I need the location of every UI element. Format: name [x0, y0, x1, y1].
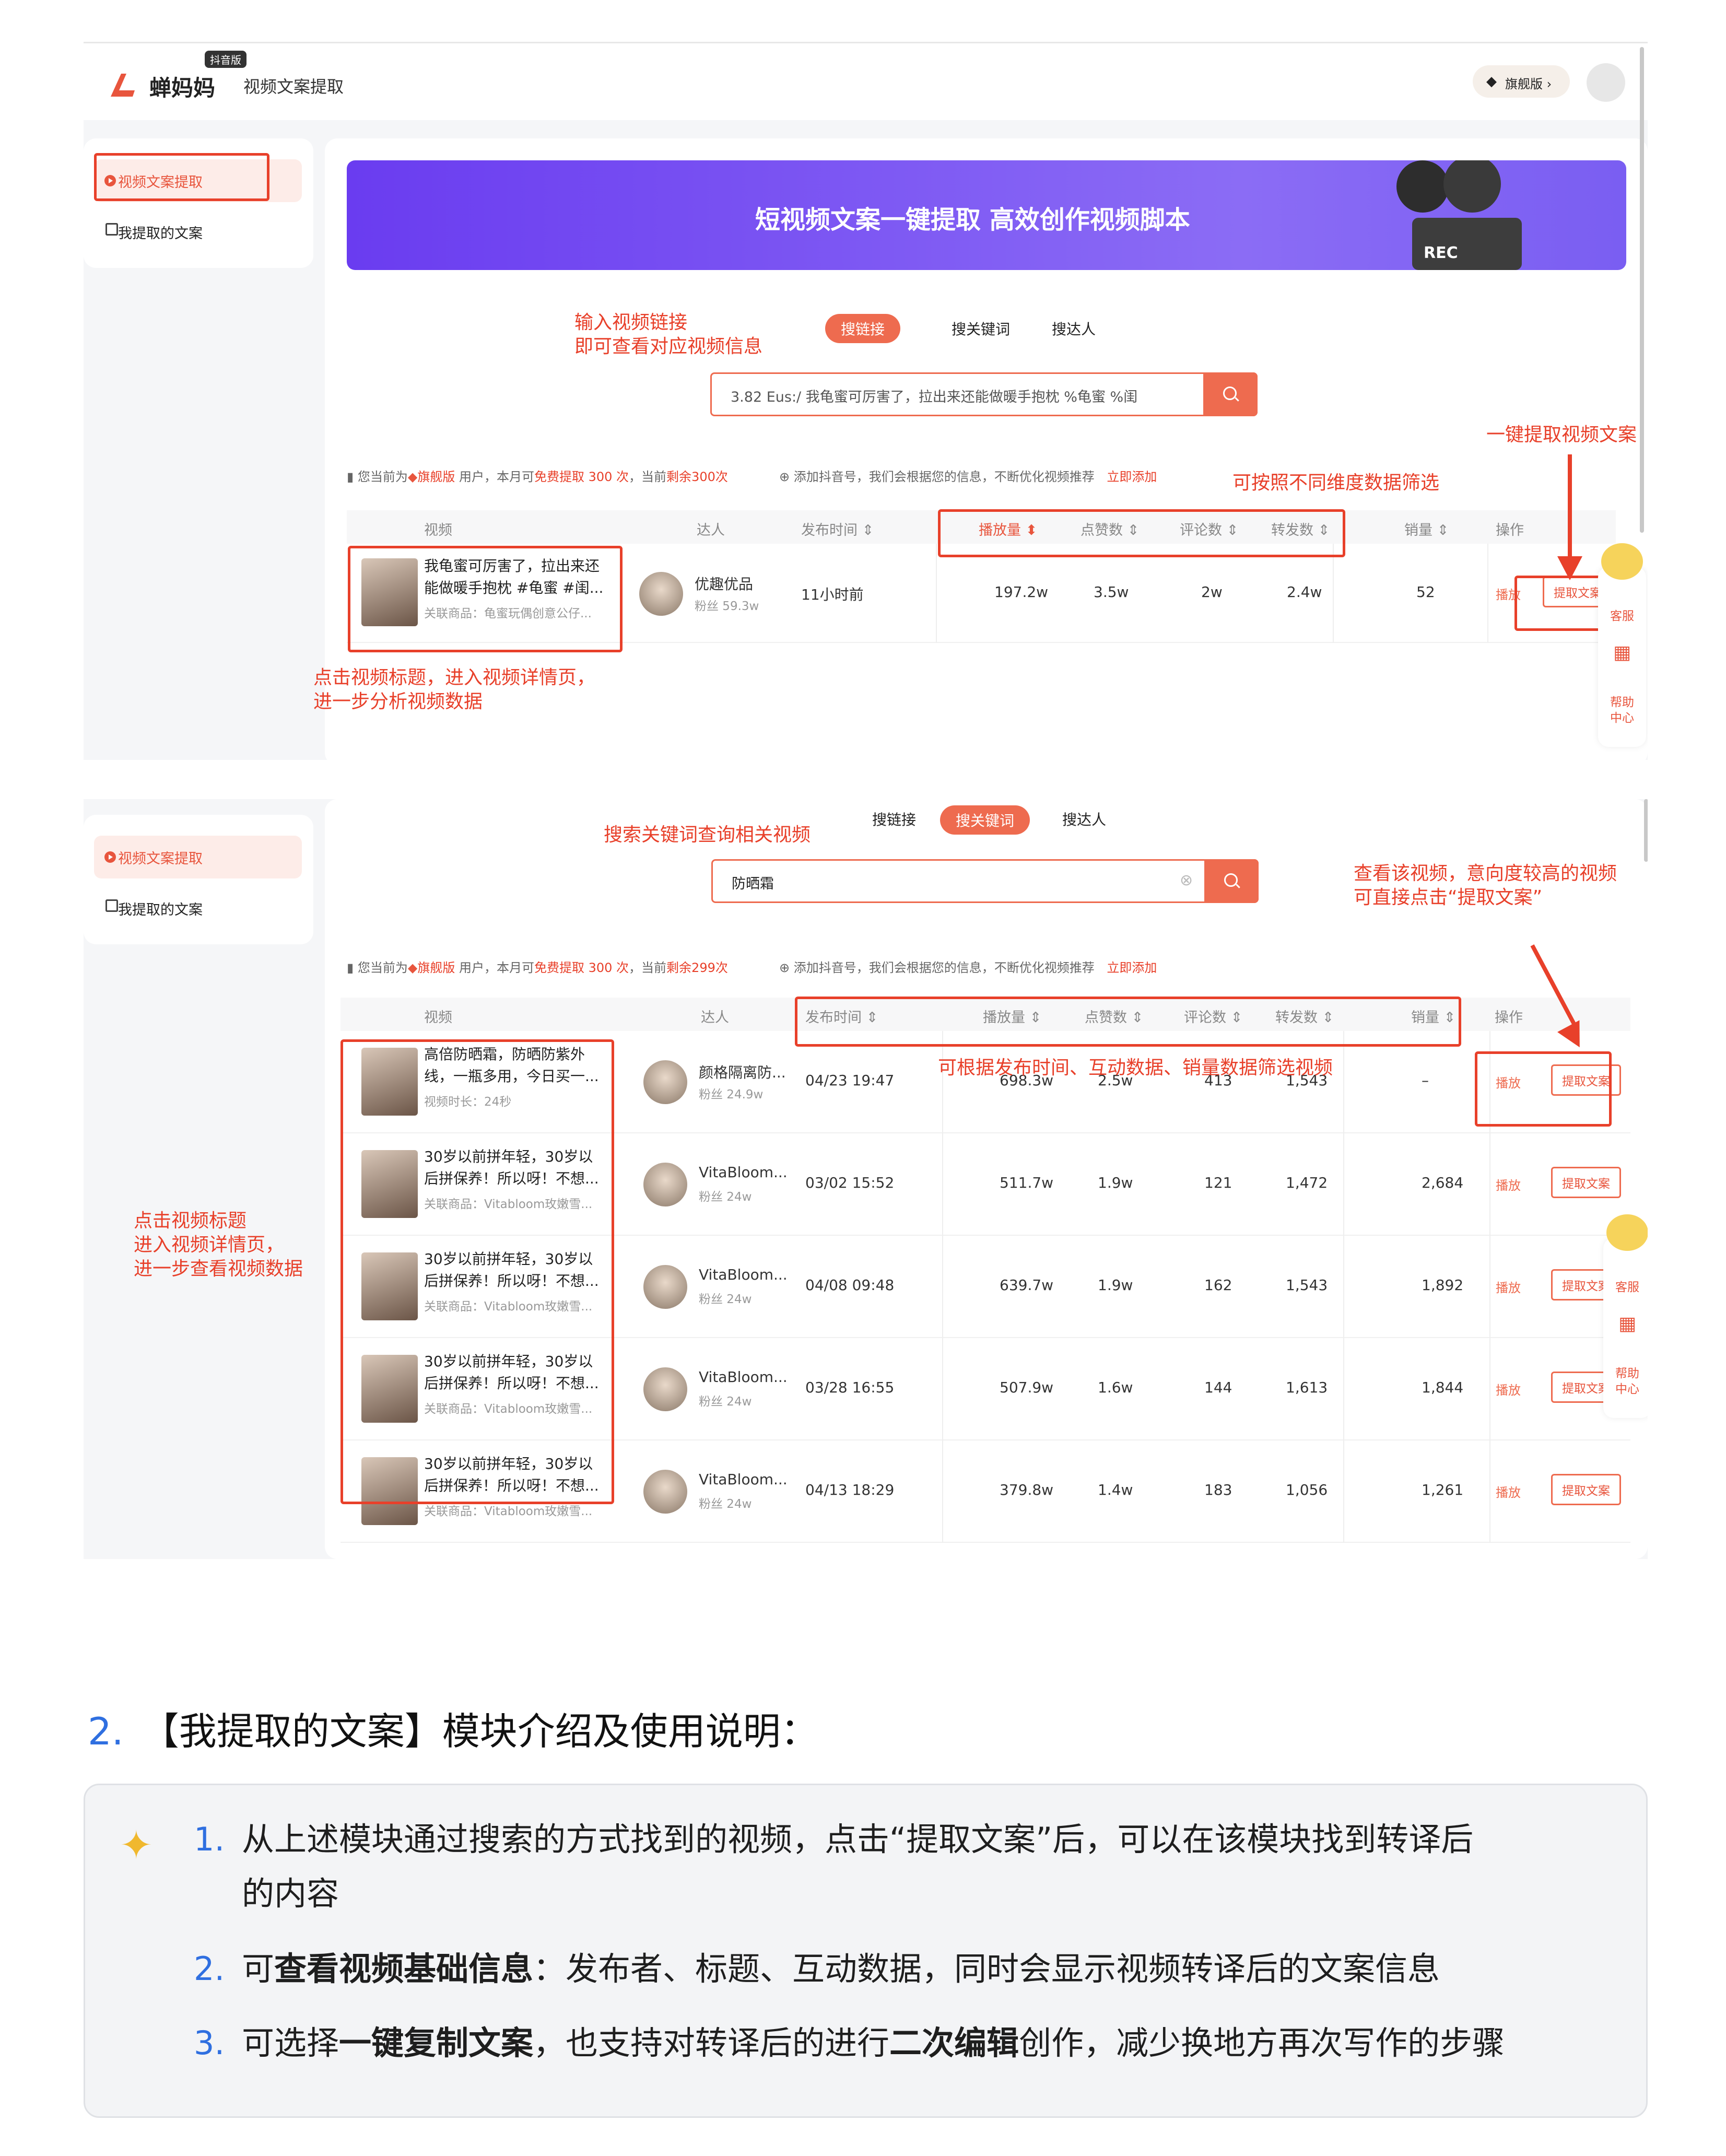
annotation-box-extract [1514, 576, 1606, 631]
scrollbar[interactable] [1644, 799, 1648, 862]
play-button[interactable]: 播放 [1496, 1380, 1521, 1398]
floating-toolbar: 客服 ▦ 帮助 中心 [1603, 1214, 1648, 1418]
plus-circle-icon: ⊕ [779, 470, 790, 484]
add-now-link[interactable]: 立即添加 [1107, 960, 1157, 975]
help-center-button[interactable]: 帮助 中心 [1598, 695, 1646, 725]
top-bar: 蝉妈妈 抖音版 视频文案提取 ◆ 旗舰版 › [84, 42, 1648, 120]
annotation-view: 查看该视频，意向度较高的视频 可直接点击“提取文案” [1354, 863, 1617, 908]
annotation-box-sidebar [94, 153, 269, 201]
mascot-icon [1601, 543, 1643, 580]
avatar[interactable] [1587, 63, 1625, 102]
annotation-box-filter [938, 509, 1345, 557]
plus-circle-icon: ⊕ [779, 960, 790, 975]
search-icon [1223, 386, 1237, 400]
mascot-icon [1606, 1214, 1648, 1251]
sort-publish-time[interactable]: 发布时间 ⇕ [801, 519, 874, 539]
floating-toolbar: 客服 ▦ 帮助 中心 [1598, 543, 1646, 747]
service-button[interactable]: 客服 [1598, 608, 1646, 624]
quota-notice: ▮ 您当前为◆旗舰版 用户，本月可免费提取 300 次，当前剩余300次 [347, 470, 728, 484]
creator-name[interactable]: 优趣优品 [695, 573, 753, 594]
creator-avatar[interactable] [643, 1163, 687, 1206]
logo-text[interactable]: 蝉妈妈 [149, 71, 215, 102]
arrow-icon [1568, 454, 1572, 559]
extract-copy-button[interactable]: 提取文案 [1551, 1167, 1621, 1198]
diamond-icon: ◆ [1486, 74, 1497, 89]
vip-badge[interactable]: ◆ 旗舰版 › [1473, 65, 1570, 98]
creator-name[interactable]: VitaBloom... [699, 1471, 788, 1488]
service-button[interactable]: 客服 [1603, 1280, 1648, 1295]
banner: 短视频文案一键提取 高效创作视频脚本 REC [347, 160, 1626, 270]
annotation-input: 输入视频链接 即可查看对应视频信息 [574, 312, 763, 357]
tab-keyword[interactable]: 搜关键词 [940, 805, 1030, 835]
list-icon [105, 899, 118, 912]
sparkles-icon: ✦ [120, 1822, 153, 1868]
tab-creator[interactable]: 搜达人 [1052, 318, 1096, 339]
creator-name[interactable]: 颜格隔离防... [699, 1061, 786, 1082]
annotation-box-filter [795, 997, 1461, 1047]
sidebar-item-my-copies[interactable]: 我提取的文案 [94, 887, 302, 930]
creator-name[interactable]: VitaBloom... [699, 1164, 788, 1181]
callout-box: ✦ 1. 从上述模块通过搜索的方式找到的视频，点击“提取文案”后，可以在该模块找… [84, 1784, 1648, 2118]
banner-title: 短视频文案一键提取 高效创作视频脚本 [755, 205, 1190, 235]
bookmark-icon: ▮ [347, 960, 354, 975]
quota-notice: ▮ 您当前为◆旗舰版 用户，本月可免费提取 300 次，当前剩余299次 [347, 960, 728, 975]
play-button[interactable]: 播放 [1496, 1175, 1521, 1193]
annotation-box-video [348, 546, 623, 652]
annotation-box-extract [1475, 1051, 1612, 1127]
annotation-extract: 一键提取视频文案 [1486, 424, 1637, 446]
creator-avatar[interactable] [643, 1265, 687, 1309]
search-input[interactable]: 3.82 Eus:/ 我龟蜜可厉害了，拉出来还能做暖手抱枕 %龟蜜 %闺 [710, 372, 1258, 416]
search-button[interactable] [1203, 372, 1258, 416]
annotation-search: 搜索关键词查询相关视频 [604, 824, 811, 846]
section-heading: 2. 【我提取的文案】模块介绍及使用说明： [88, 1709, 818, 1753]
sidebar-item-video-copy[interactable]: 视频文案提取 [94, 836, 302, 878]
help-center-button[interactable]: 帮助 中心 [1603, 1366, 1648, 1396]
add-now-link[interactable]: 立即添加 [1107, 470, 1157, 484]
list-item: 2. 可查看视频基础信息：发布者、标题、互动数据，同时会显示视频转译后的文案信息 [194, 1950, 1440, 1988]
search-button[interactable] [1204, 859, 1259, 903]
add-account-notice: ⊕ 添加抖音号，我们会根据您的信息，不断优化视频推荐 立即添加 [779, 960, 1157, 975]
clear-icon[interactable]: ⊗ [1180, 871, 1193, 889]
tab-keyword[interactable]: 搜关键词 [952, 318, 1010, 339]
tab-creator[interactable]: 搜达人 [1062, 809, 1106, 829]
search-input[interactable]: 防晒霜 ⊗ [711, 859, 1259, 903]
sidebar-item-my-copies[interactable]: 我提取的文案 [94, 210, 302, 253]
search-icon [1224, 873, 1238, 887]
logo-icon[interactable] [105, 71, 138, 101]
creator-avatar[interactable] [643, 1060, 687, 1104]
scrollbar[interactable] [1640, 47, 1644, 533]
annotation-box-videos [340, 1039, 614, 1504]
annotation-filter: 可按照不同维度数据筛选 [1232, 472, 1440, 494]
tab-link[interactable]: 搜链接 [825, 314, 901, 343]
screenshot-link-search: 蝉妈妈 抖音版 视频文案提取 ◆ 旗舰版 › 视频文案提取 我提取的文案 短视频… [84, 42, 1648, 760]
list-icon [105, 223, 118, 236]
add-account-notice: ⊕ 添加抖音号，我们会根据您的信息，不断优化视频推荐 立即添加 [779, 470, 1157, 484]
annotation-filter: 可根据发布时间、互动数据、销量数据筛选视频 [938, 1057, 1333, 1079]
bookmark-icon: ▮ [347, 470, 354, 484]
arrow-head-icon [1557, 556, 1582, 580]
creator-avatar[interactable] [643, 1367, 687, 1411]
play-button[interactable]: 播放 [1496, 1278, 1521, 1296]
creator-avatar[interactable] [639, 572, 683, 616]
tab-link[interactable]: 搜链接 [872, 809, 916, 829]
sort-sales[interactable]: 销量 ⇕ [1404, 519, 1449, 539]
module-title: 视频文案提取 [243, 77, 344, 97]
qrcode-icon[interactable]: ▦ [1598, 643, 1646, 662]
play-icon [104, 851, 116, 863]
list-item: 3. 可选择一键复制文案，也支持对转译后的进行二次编辑创作，减少换地方再次写作的… [194, 2024, 1505, 2062]
logo-badge: 抖音版 [205, 51, 246, 68]
camera-icon: REC [1386, 160, 1543, 270]
qrcode-icon[interactable]: ▦ [1603, 1315, 1648, 1333]
play-button[interactable]: 播放 [1496, 1482, 1521, 1501]
creator-name[interactable]: VitaBloom... [699, 1266, 788, 1283]
screenshot-keyword-search: 视频文案提取 我提取的文案 搜链接 搜关键词 搜达人 防晒霜 ⊗ ▮ 您当前为◆… [84, 799, 1648, 1559]
annotation-click: 点击视频标题，进入视频详情页， 进一步分析视频数据 [313, 667, 596, 712]
sidebar: 视频文案提取 我提取的文案 [84, 815, 313, 944]
creator-avatar[interactable] [643, 1470, 687, 1514]
creator-name[interactable]: VitaBloom... [699, 1368, 788, 1386]
extract-copy-button[interactable]: 提取文案 [1551, 1474, 1621, 1505]
annotation-click: 点击视频标题 进入视频详情页， 进一步查看视频数据 [134, 1210, 303, 1280]
